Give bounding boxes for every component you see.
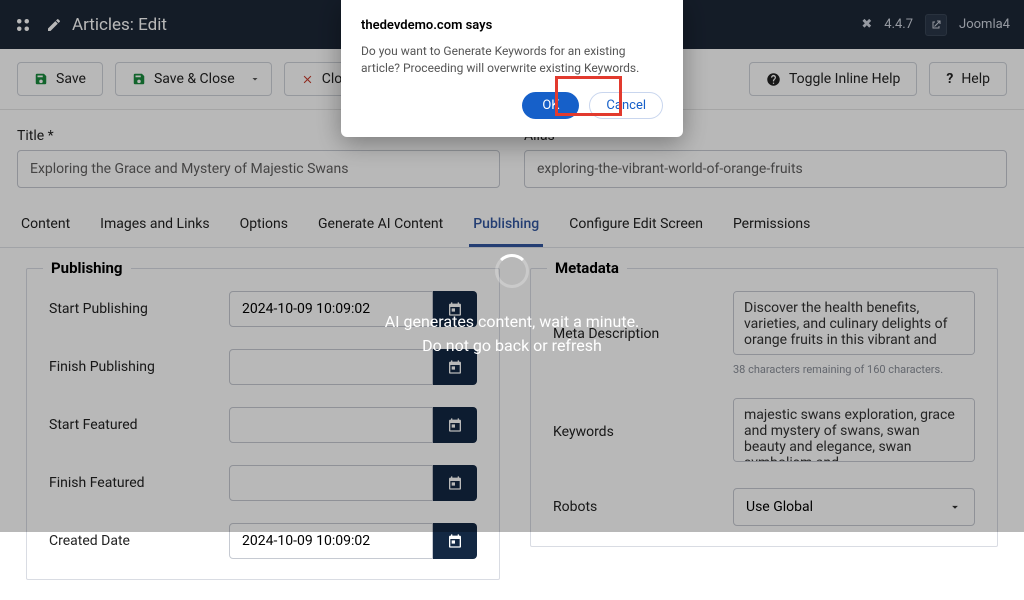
dialog-cancel-button[interactable]: Cancel: [589, 92, 663, 119]
dialog-ok-button[interactable]: OK: [522, 92, 579, 119]
loading-message: AI generates content, wait a minute. Do …: [385, 310, 640, 358]
dialog-origin: thedevdemo.com says: [361, 18, 663, 33]
dialog-message: Do you want to Generate Keywords for an …: [361, 43, 663, 78]
spinner-icon: [495, 254, 529, 288]
confirm-dialog: thedevdemo.com says Do you want to Gener…: [341, 0, 683, 137]
